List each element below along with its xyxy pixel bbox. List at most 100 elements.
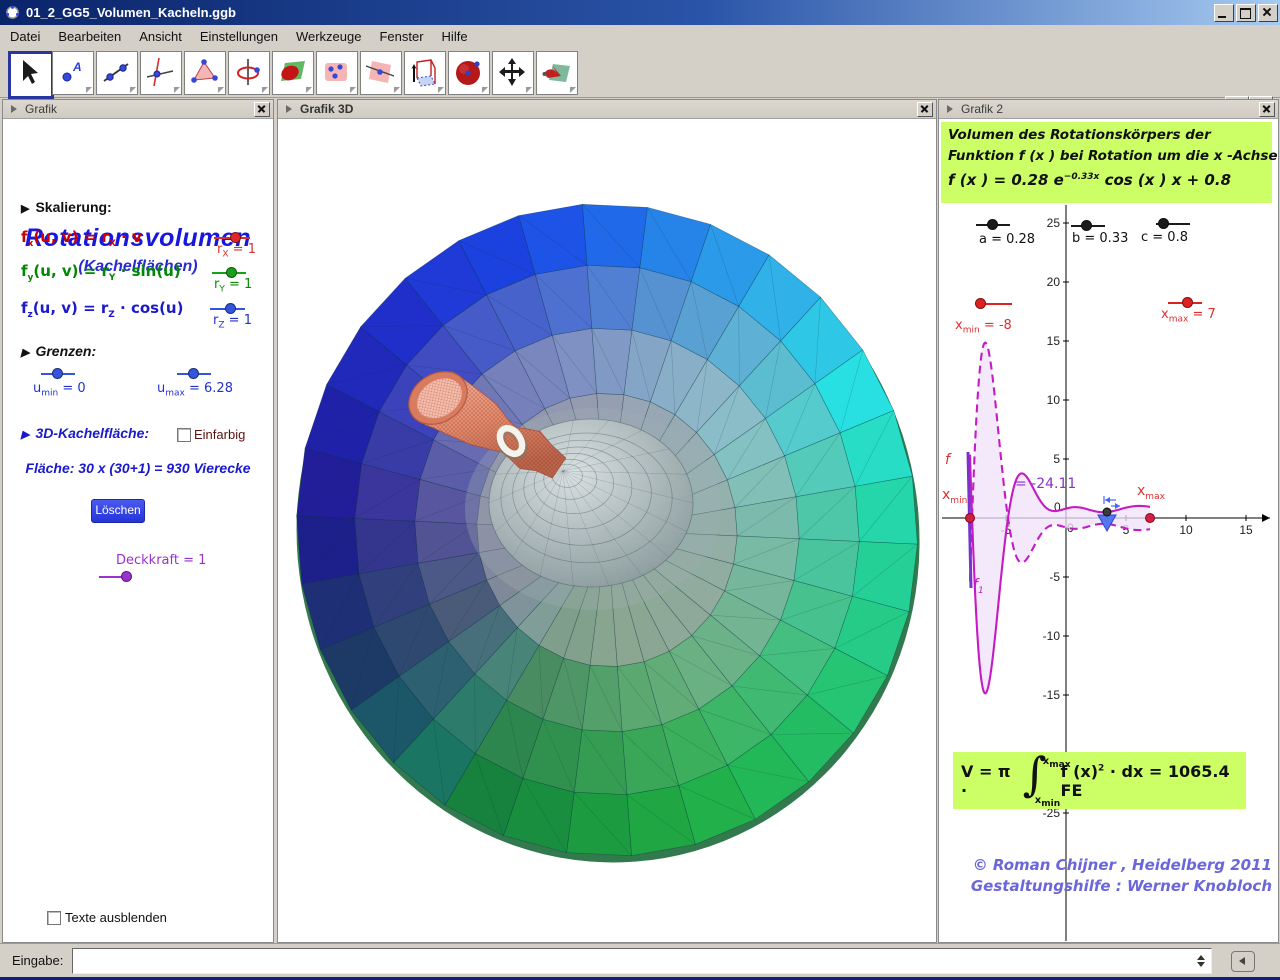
ry-slider-label: rY = 1 (214, 277, 252, 295)
rx-slider-handle[interactable] (230, 232, 241, 243)
tool-perpendicular-button[interactable] (140, 51, 182, 95)
title-bar[interactable]: 01_2_GG5_Volumen_Kacheln.ggb (0, 0, 1280, 25)
input-history-up-icon[interactable] (1197, 955, 1205, 960)
rotate-view-icon (540, 56, 572, 88)
step-arrows-icon[interactable] (1104, 496, 1120, 509)
section-grenzen: ▶Grenzen: (21, 343, 96, 359)
panel-grafik3d-title: Grafik 3D (300, 102, 353, 116)
tool-prism-button[interactable] (404, 51, 446, 95)
panel-close-button[interactable] (917, 102, 933, 117)
label-integral-value: = -24.11 (1015, 476, 1085, 492)
xmax-slider-handle[interactable] (1182, 297, 1193, 308)
close-button[interactable] (1258, 4, 1278, 22)
rz-slider-label: rZ = 1 (213, 313, 252, 331)
b-slider-label: b = 0.33 (1072, 231, 1128, 246)
algebra-input[interactable] (72, 948, 1212, 974)
menu-hilfe[interactable]: Hilfe (434, 27, 476, 46)
volume-prefix: V = π · (961, 762, 1019, 800)
a-slider-handle[interactable] (987, 219, 998, 230)
collapse-icon[interactable] (11, 105, 17, 113)
tool-move-button[interactable] (8, 51, 54, 99)
texte-ausblenden-checkbox[interactable] (47, 911, 61, 925)
tool-dropdown-icon[interactable] (306, 87, 312, 93)
tool-plane-button[interactable] (360, 51, 402, 95)
info-line-2: Funktion f (x ) bei Rotation um die x -A… (948, 148, 1272, 164)
move-icon (12, 56, 44, 88)
tool-dropdown-icon[interactable] (482, 87, 488, 93)
tool-rotate-view-button[interactable] (536, 51, 578, 95)
integral-lower-limit: xmin (1035, 795, 1060, 809)
svg-text:20: 20 (1047, 275, 1061, 289)
black-point[interactable] (1103, 508, 1111, 516)
polygon-icon (188, 56, 220, 88)
panel-grafik2-header[interactable]: Grafik 2 (939, 100, 1278, 119)
tool-plane-through-points-button[interactable] (316, 51, 358, 95)
rz-slider-handle[interactable] (225, 303, 236, 314)
formula-fz[interactable]: fz(u, v) = rZ · cos(u) (21, 299, 183, 320)
rx-slider-label: rX = 1 (217, 242, 256, 260)
maximize-button[interactable] (1236, 4, 1256, 22)
minimize-button[interactable] (1214, 4, 1234, 22)
menu-datei[interactable]: Datei (2, 27, 48, 46)
plane-through-points-icon (320, 56, 352, 88)
tool-dropdown-icon[interactable] (350, 87, 356, 93)
label-xmax: xmax (1137, 483, 1207, 502)
menu-bearbeiten[interactable]: Bearbeiten (50, 27, 129, 46)
ry-slider-handle[interactable] (226, 267, 237, 278)
tool-translate-view-button[interactable] (492, 51, 534, 95)
tool-circle-axis-button[interactable] (228, 51, 270, 95)
menu-werkzeuge[interactable]: Werkzeuge (288, 27, 370, 46)
tool-dropdown-icon[interactable] (218, 87, 224, 93)
tool-dropdown-icon[interactable] (394, 87, 400, 93)
panel-grafik-header[interactable]: Grafik (3, 100, 273, 119)
deckkraft-slider-handle[interactable] (121, 571, 132, 582)
tool-dropdown-icon[interactable] (86, 87, 92, 93)
umax-slider-handle[interactable] (188, 368, 199, 379)
tool-dropdown-icon[interactable] (526, 87, 532, 93)
menu-fenster[interactable]: Fenster (371, 27, 431, 46)
deckkraft-slider-label: Deckkraft = 1 (116, 553, 206, 568)
point-xmax[interactable] (1146, 514, 1155, 523)
point-xmin[interactable] (966, 514, 975, 523)
tool-intersect-two-surfaces-button[interactable] (272, 51, 314, 95)
umin-slider-handle[interactable] (52, 368, 63, 379)
section-kachelflaeche: ▶3D-Kachelfläche: (21, 425, 149, 441)
window-title: 01_2_GG5_Volumen_Kacheln.ggb (26, 5, 236, 20)
collapse-icon[interactable] (286, 105, 292, 113)
einfarbig-checkbox[interactable] (177, 428, 191, 442)
intersect-two-surfaces-icon (276, 56, 308, 88)
menu-einstellungen[interactable]: Einstellungen (192, 27, 286, 46)
svg-text:15: 15 (1239, 523, 1253, 537)
tool-dropdown-icon[interactable] (438, 87, 444, 93)
formula-fy[interactable]: fy(u, v) = rY · sin(u) (21, 262, 181, 283)
menu-ansicht[interactable]: Ansicht (131, 27, 190, 46)
collapse-icon[interactable] (947, 105, 953, 113)
panel-grafik3d-header[interactable]: Grafik 3D (278, 100, 936, 119)
panel-close-button[interactable] (1259, 102, 1275, 117)
app-window: 01_2_GG5_Volumen_Kacheln.ggb DateiBearbe… (0, 0, 1280, 980)
tool-dropdown-icon[interactable] (262, 87, 268, 93)
credits: © Roman Chijner , Heidelberg 2011 Gestal… (950, 856, 1272, 898)
xmin-slider-handle[interactable] (975, 298, 986, 309)
svg-text:5: 5 (1053, 452, 1060, 466)
panel-close-button[interactable] (254, 102, 270, 117)
c-slider-handle[interactable] (1158, 218, 1169, 229)
rotation-solid-3d-view[interactable] (278, 119, 934, 940)
info-line-3: f (x ) = 0.28 e−0.33x cos (x ) x + 0.8 (948, 171, 1272, 189)
b-slider-handle[interactable] (1081, 220, 1092, 231)
tool-dropdown-icon[interactable] (570, 87, 576, 93)
volume-formula-box: V = π · ∫ xmax xmin f (x)2 · dx = 1065.4… (953, 752, 1246, 809)
tool-point-button[interactable]: A (52, 51, 94, 95)
input-history-down-icon[interactable] (1197, 962, 1205, 967)
tool-line-button[interactable] (96, 51, 138, 95)
formula-fx[interactable]: fx(u, v) = rX · v (21, 228, 142, 249)
tool-dropdown-icon[interactable] (130, 87, 136, 93)
input-bar: Eingabe: (0, 943, 1280, 977)
input-help-toggle-button[interactable] (1231, 951, 1255, 972)
prism-icon (408, 56, 440, 88)
tool-polygon-button[interactable] (184, 51, 226, 95)
tool-dropdown-icon[interactable] (174, 87, 180, 93)
left-triangle-icon (1239, 957, 1245, 965)
tool-sphere-button[interactable] (448, 51, 490, 95)
loeschen-button[interactable]: Löschen (91, 499, 145, 523)
